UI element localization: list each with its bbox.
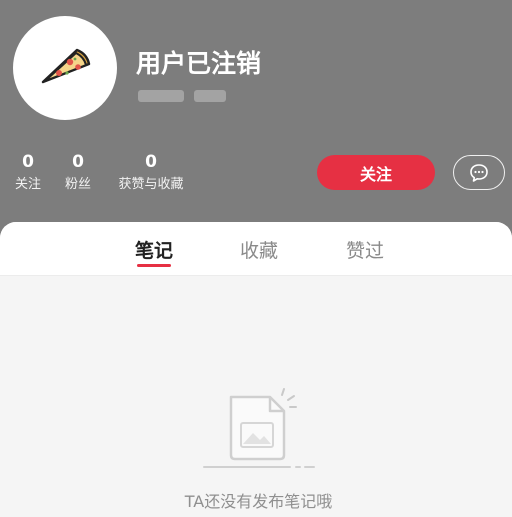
- active-tab-indicator: [137, 264, 171, 267]
- stat-value: 0: [72, 152, 84, 172]
- stat-value: 0: [22, 152, 34, 172]
- stat-label: 关注: [14, 177, 41, 192]
- pizza-icon: [41, 48, 91, 84]
- avatar[interactable]: [13, 16, 117, 120]
- stat-value: 0: [145, 152, 157, 172]
- stat-following[interactable]: 0 关注: [10, 152, 46, 194]
- tab-collections[interactable]: 收藏: [229, 236, 289, 263]
- profile-header: 用户已注销 0 关注 0 粉丝 0 获赞与收藏 关注: [0, 0, 512, 240]
- redacted-block: [138, 90, 184, 102]
- stat-likes-collections[interactable]: 0 获赞与收藏: [112, 152, 190, 194]
- tab-notes[interactable]: 笔记: [124, 236, 184, 263]
- empty-note-icon: [200, 387, 320, 477]
- content-panel: 笔记 收藏 赞过 TA还没有发布笔记哦: [0, 222, 512, 517]
- empty-state-message: TA还没有发布笔记哦: [184, 492, 333, 511]
- username: 用户已注销: [136, 49, 262, 78]
- message-button[interactable]: [453, 155, 505, 190]
- tab-bar: 笔记 收藏 赞过: [0, 222, 512, 276]
- tab-liked[interactable]: 赞过: [335, 236, 395, 263]
- stat-fans[interactable]: 0 粉丝: [60, 152, 96, 194]
- chat-bubble-icon: [470, 163, 488, 182]
- follow-button[interactable]: 关注: [317, 155, 435, 190]
- stat-label: 粉丝: [64, 177, 91, 192]
- stat-label: 获赞与收藏: [118, 177, 184, 192]
- redacted-block: [194, 90, 226, 102]
- user-id-redacted: [138, 90, 226, 102]
